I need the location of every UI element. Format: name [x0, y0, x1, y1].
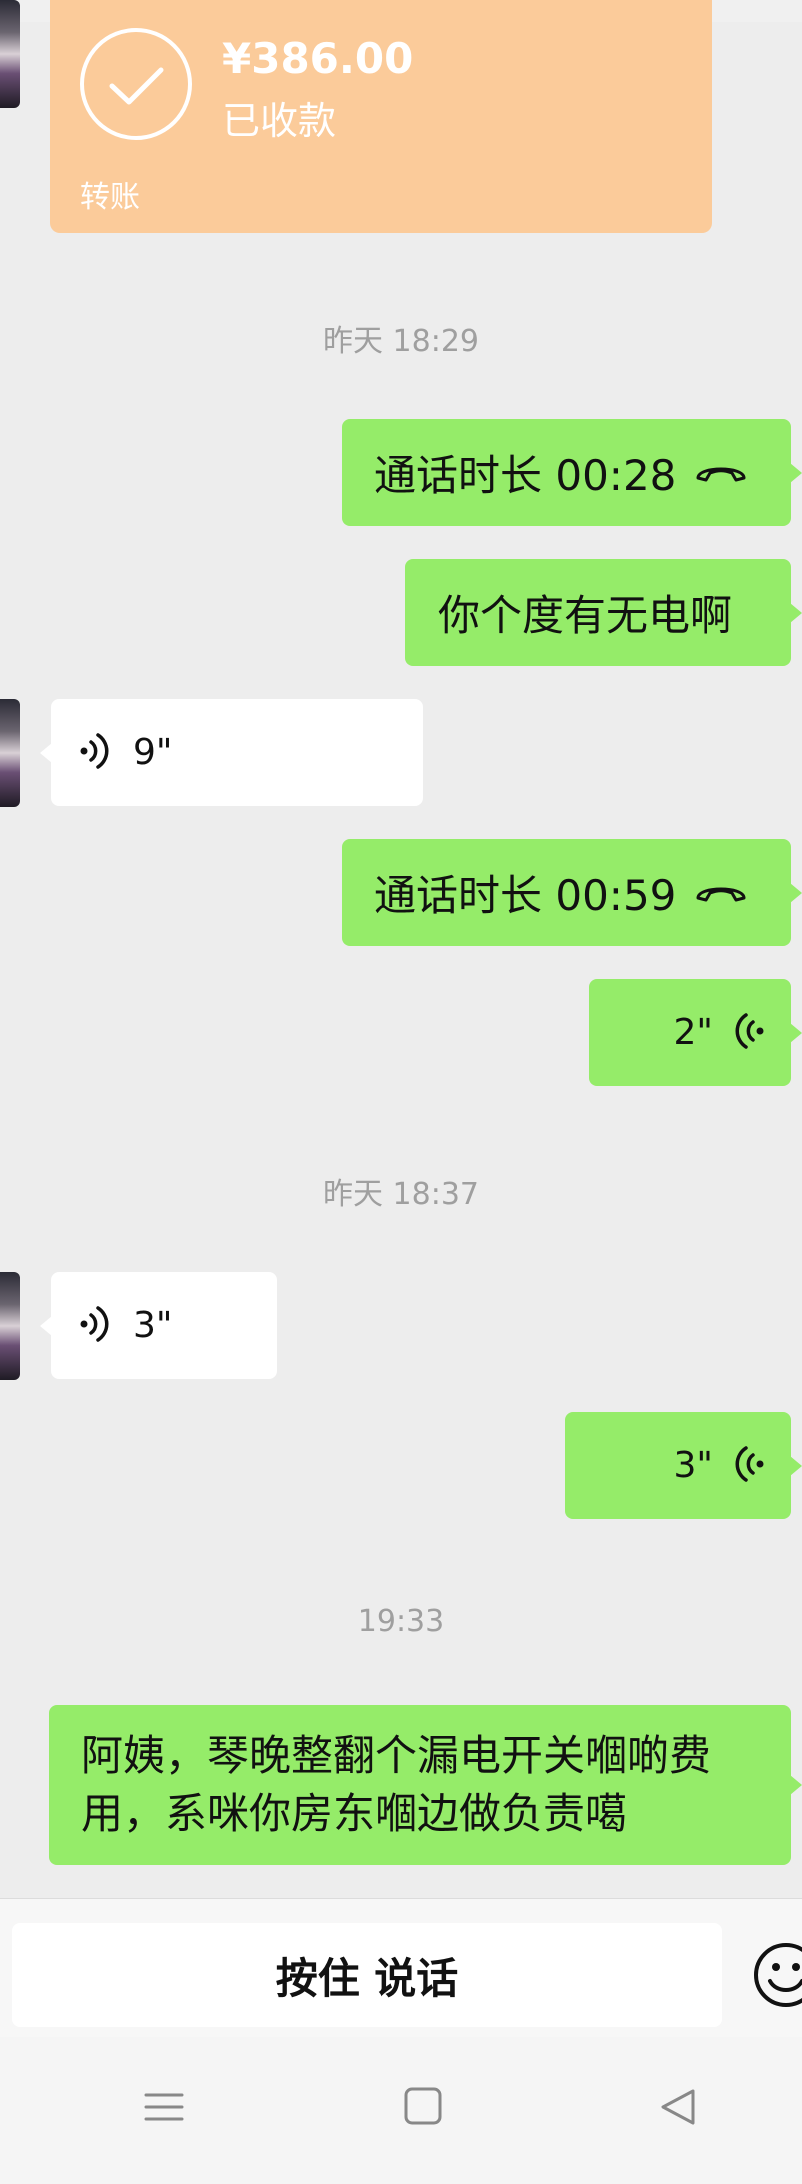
transfer-type-label: 转账	[80, 180, 140, 215]
call-duration-text: 通话时长 00:59	[374, 871, 677, 920]
check-circle-icon	[80, 28, 192, 140]
transfer-status: 已收款	[222, 99, 337, 143]
emoji-button[interactable]	[750, 1939, 802, 2011]
home-button[interactable]	[400, 2083, 448, 2131]
input-bar: 按住 说话	[0, 1898, 802, 2037]
back-icon	[661, 2089, 695, 2125]
voice-wave-icon	[733, 1011, 767, 1055]
voice-message-bubble[interactable]: 3"	[565, 1412, 802, 1519]
message-text: 你个度有无电啊	[438, 591, 733, 640]
hang-up-icon	[694, 456, 748, 490]
voice-message-bubble[interactable]: 9"	[40, 699, 423, 806]
voice-message-bubble[interactable]: 3"	[40, 1272, 277, 1379]
call-duration-text: 通话时长 00:28	[374, 451, 677, 500]
hold-to-talk-button[interactable]: 按住 说话	[12, 1923, 722, 2027]
smiley-icon	[754, 1943, 802, 2007]
avatar[interactable]	[0, 0, 20, 108]
voice-duration: 3"	[133, 1305, 173, 1346]
menu-icon	[144, 2093, 184, 2121]
hang-up-icon	[694, 876, 748, 910]
menu-button[interactable]	[140, 2083, 188, 2131]
avatar[interactable]	[0, 699, 20, 807]
home-icon	[404, 2087, 442, 2125]
timestamp: 昨天 18:29	[323, 324, 479, 359]
voice-duration: 3"	[673, 1445, 713, 1486]
message-text-line: 阿姨，琴晚整翻个漏电开关嗰啲费	[81, 1731, 712, 1780]
voice-duration: 9"	[133, 732, 173, 773]
timestamp: 19:33	[357, 1604, 445, 1639]
message-bubble[interactable]: 你个度有无电啊	[405, 559, 802, 666]
hold-to-talk-label: 按住 说话	[275, 1953, 459, 2003]
voice-message-bubble[interactable]: 2"	[589, 979, 802, 1086]
system-nav-bar	[0, 2037, 802, 2184]
voice-wave-icon	[77, 731, 111, 775]
transfer-card[interactable]: ¥386.00 已收款 转账	[50, 0, 712, 233]
voice-duration: 2"	[673, 1012, 713, 1053]
timestamp: 昨天 18:37	[323, 1177, 479, 1212]
message-text-line: 用，系咪你房东嗰边做负责噶	[81, 1789, 628, 1838]
back-button[interactable]	[655, 2083, 703, 2131]
call-record-bubble[interactable]: 通话时长 00:59	[342, 839, 802, 946]
message-bubble[interactable]: 阿姨，琴晚整翻个漏电开关嗰啲费 用，系咪你房东嗰边做负责噶	[49, 1705, 802, 1865]
transfer-amount: ¥386.00	[222, 34, 414, 83]
voice-wave-icon	[733, 1444, 767, 1488]
voice-wave-icon	[77, 1304, 111, 1348]
avatar[interactable]	[0, 1272, 20, 1380]
call-record-bubble[interactable]: 通话时长 00:28	[342, 419, 802, 526]
